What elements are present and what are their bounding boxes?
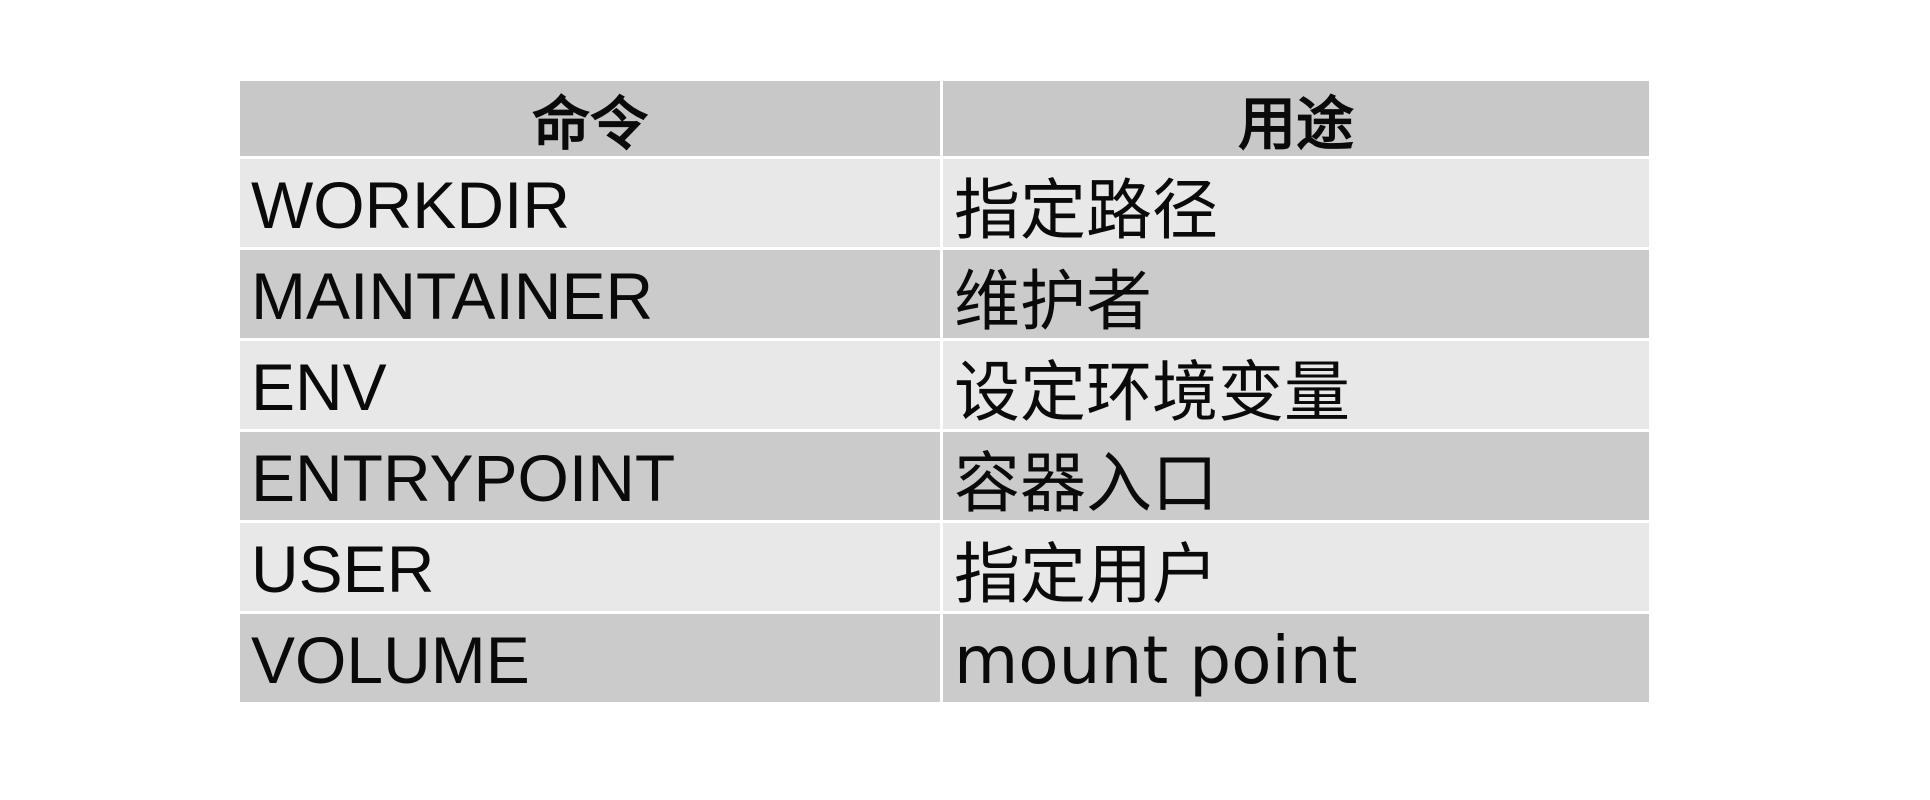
command-cell: ENV (240, 341, 940, 429)
command-cell: USER (240, 523, 940, 611)
command-cell: ENTRYPOINT (240, 432, 940, 520)
purpose-cell: 设定环境变量 (943, 341, 1649, 429)
purpose-cell: mount point (943, 614, 1649, 702)
command-cell: VOLUME (240, 614, 940, 702)
column-header-command: 命令 (240, 81, 940, 156)
command-cell: WORKDIR (240, 159, 940, 247)
column-header-purpose: 用途 (943, 81, 1649, 156)
purpose-cell: 容器入口 (943, 432, 1649, 520)
purpose-cell: 指定用户 (943, 523, 1649, 611)
purpose-cell: 维护者 (943, 250, 1649, 338)
command-cell: MAINTAINER (240, 250, 940, 338)
command-table: 命令 用途 WORKDIR 指定路径 MAINTAINER 维护者 ENV 设定… (240, 81, 1649, 702)
purpose-cell: 指定路径 (943, 159, 1649, 247)
